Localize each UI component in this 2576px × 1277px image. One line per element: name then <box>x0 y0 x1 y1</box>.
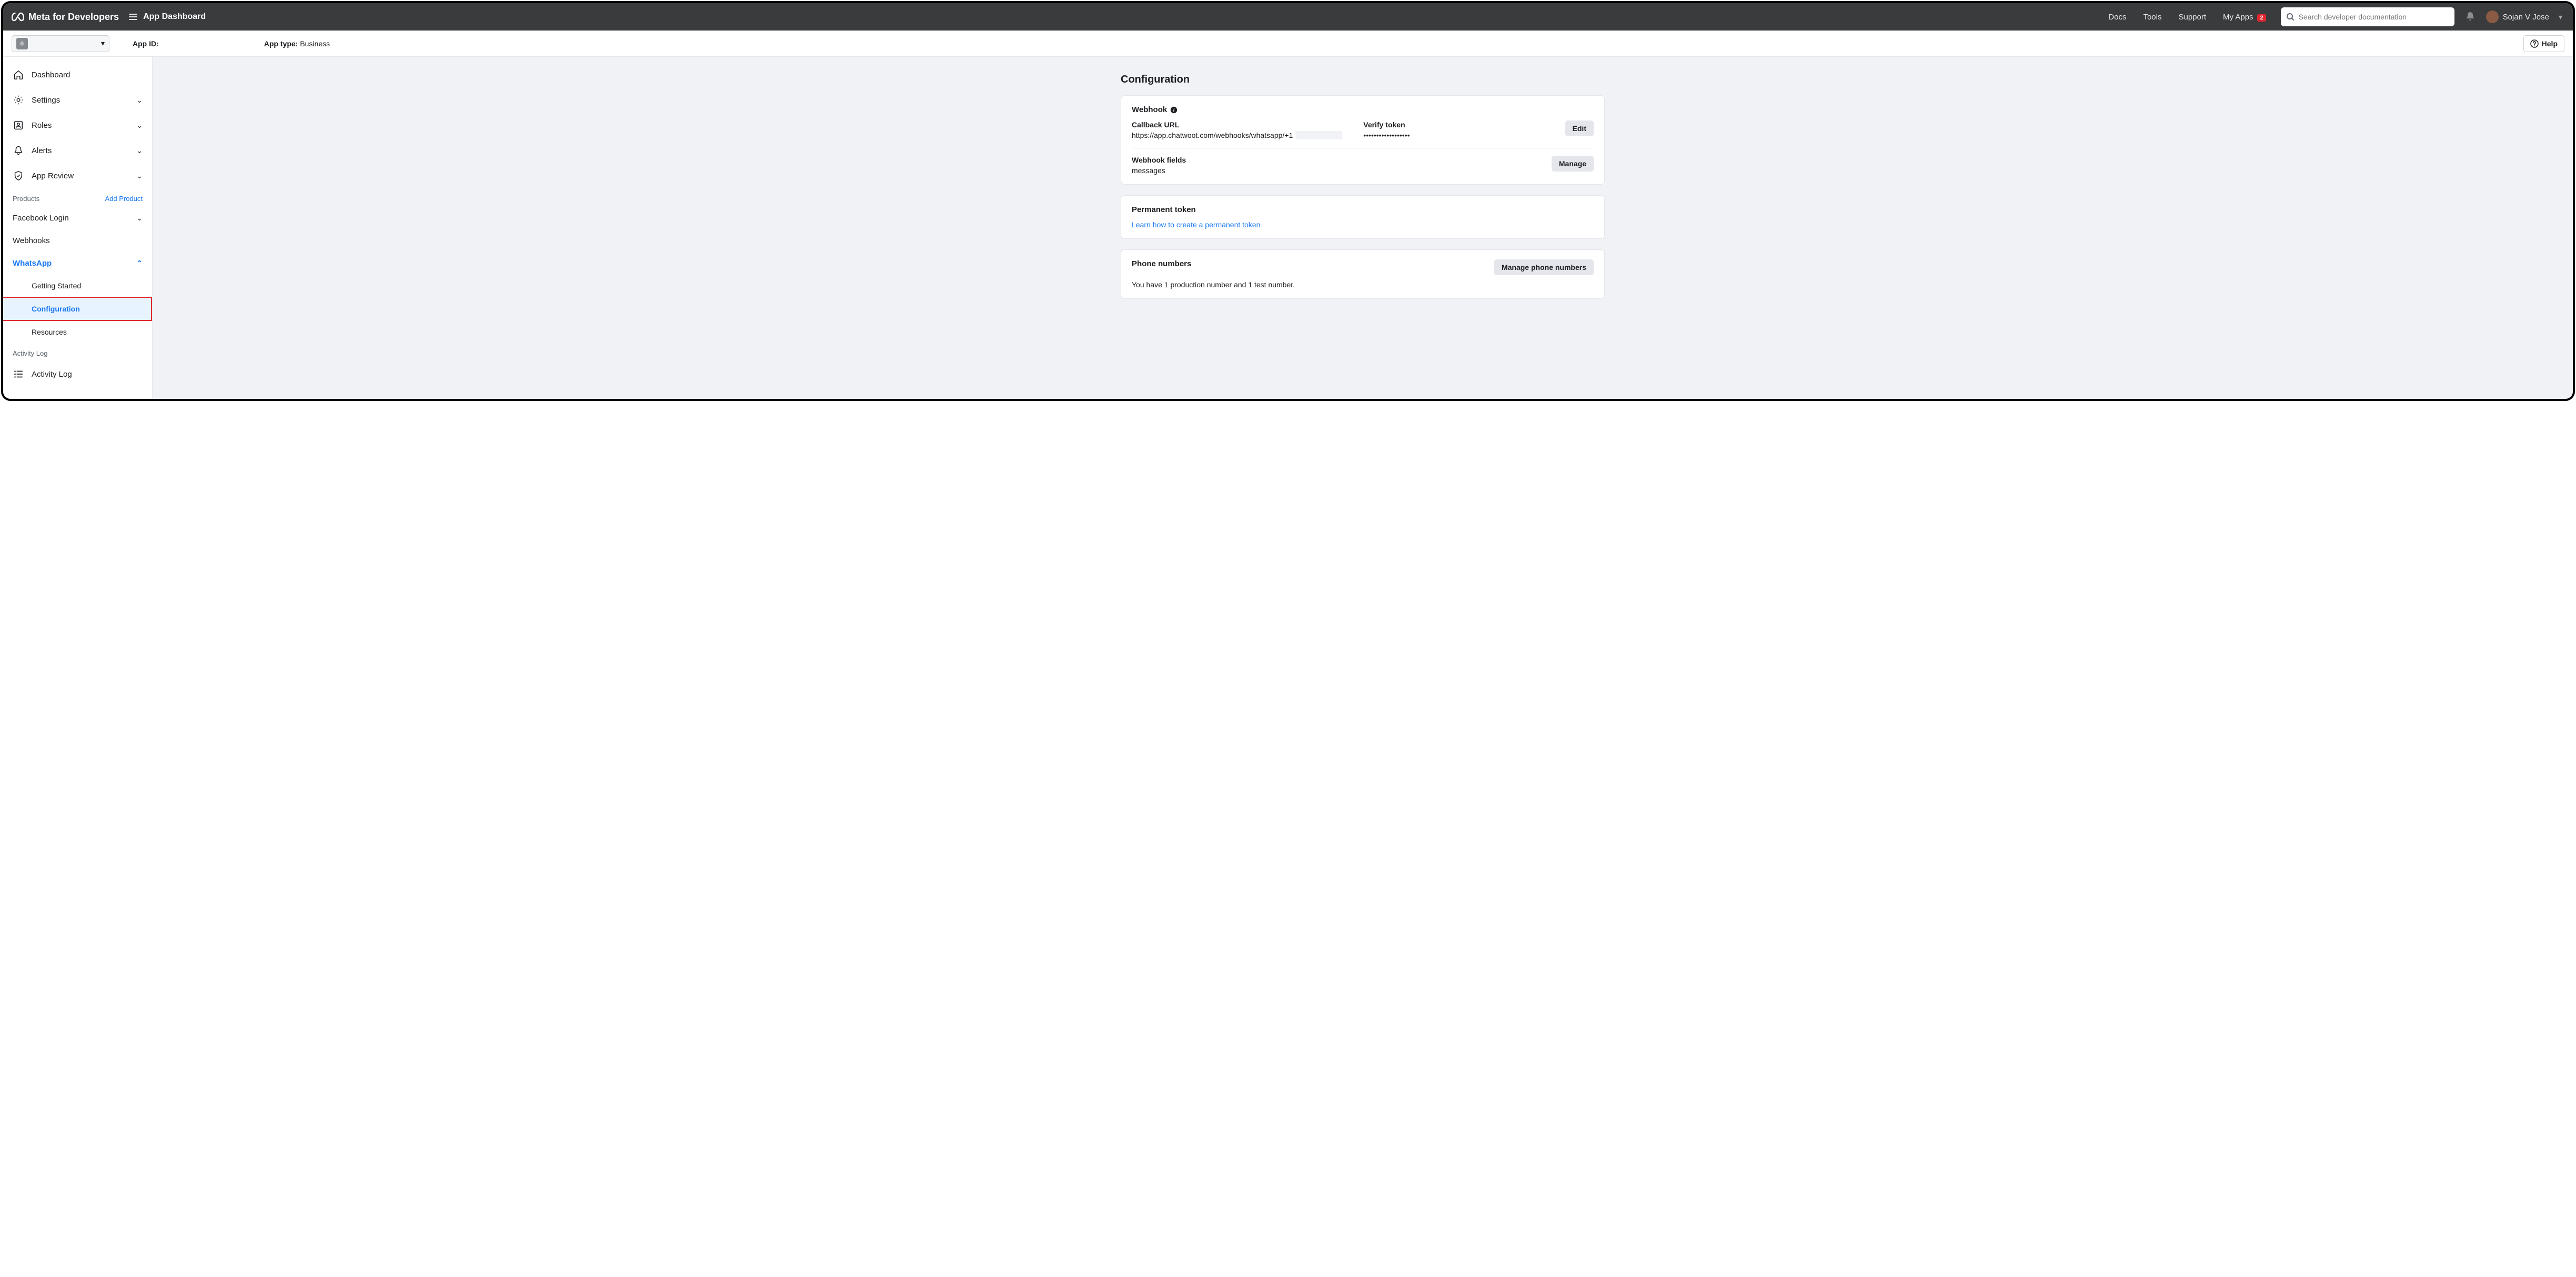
help-label: Help <box>2542 39 2558 48</box>
chevron-down-icon: ⌄ <box>136 146 143 155</box>
bell-icon <box>13 145 24 156</box>
verify-token-label: Verify token <box>1363 120 1544 129</box>
sidebar-item-label: Getting Started <box>32 281 81 290</box>
gear-icon <box>13 94 24 106</box>
sidebar-item-whatsapp[interactable]: WhatsApp ⌃ <box>3 252 152 275</box>
webhook-fields-label: Webhook fields <box>1132 156 1186 164</box>
sidebar-item-wa-configuration[interactable]: Configuration <box>2 297 152 321</box>
sidebar-item-settings[interactable]: Settings ⌄ <box>3 87 152 113</box>
sidebar-item-roles[interactable]: Roles ⌄ <box>3 113 152 138</box>
chevron-down-icon: ⌄ <box>136 214 143 223</box>
activity-log-label: Activity Log <box>13 349 47 357</box>
app-type-value: Business <box>300 39 330 48</box>
home-icon <box>13 69 24 81</box>
sidebar-item-alerts[interactable]: Alerts ⌄ <box>3 138 152 163</box>
hamburger-menu-icon[interactable] <box>128 12 138 22</box>
webhook-card: Webhook i Callback URL https://app.chatw… <box>1121 95 1605 185</box>
meta-logo-icon <box>12 11 24 23</box>
callback-url-label: Callback URL <box>1132 120 1342 129</box>
app-id-label: App ID: <box>133 39 159 48</box>
caret-down-icon: ▾ <box>101 39 105 48</box>
app-type-field: App type: Business <box>264 39 330 48</box>
caret-down-icon: ▾ <box>2559 13 2562 22</box>
nav-docs[interactable]: Docs <box>2108 13 2126 22</box>
search-box[interactable] <box>2281 7 2454 26</box>
chevron-down-icon: ⌄ <box>136 96 143 105</box>
permanent-token-title: Permanent token <box>1132 205 1594 214</box>
sidebar-item-dashboard[interactable]: Dashboard <box>3 62 152 87</box>
user-menu[interactable]: Sojan V Jose ▾ <box>2486 11 2562 23</box>
app-id-field: App ID: <box>133 39 159 48</box>
sidebar-item-label: Dashboard <box>32 71 70 79</box>
webhook-fields-value: messages <box>1132 166 1186 175</box>
sidebar-item-wa-getting-started[interactable]: Getting Started <box>3 275 152 297</box>
notifications-icon[interactable] <box>2465 11 2476 23</box>
page-title: App Dashboard <box>143 12 206 22</box>
sidebar-item-label: Webhooks <box>13 236 50 245</box>
nav-my-apps-label[interactable]: My Apps <box>2223 13 2253 22</box>
products-label: Products <box>13 195 39 203</box>
brand-text: Meta for Developers <box>28 12 119 23</box>
sidebar-item-app-review[interactable]: App Review ⌄ <box>3 163 152 188</box>
search-icon <box>2286 13 2295 21</box>
search-input[interactable] <box>2299 13 2449 21</box>
sidebar-item-wa-resources[interactable]: Resources <box>3 321 152 343</box>
nav-support[interactable]: Support <box>2178 13 2206 22</box>
avatar <box>2486 11 2499 23</box>
manage-button[interactable]: Manage <box>1552 156 1594 172</box>
brand-logo[interactable]: Meta for Developers <box>12 11 119 23</box>
nav-my-apps[interactable]: My Apps 2 <box>2223 13 2266 22</box>
my-apps-badge: 2 <box>2257 14 2266 22</box>
app-selector[interactable]: ⚛ ▾ <box>12 35 109 52</box>
callback-url-masked-suffix <box>1296 131 1342 139</box>
sidebar-item-label: Resources <box>32 328 67 336</box>
manage-phone-numbers-button[interactable]: Manage phone numbers <box>1494 259 1594 275</box>
help-button[interactable]: Help <box>2523 35 2564 52</box>
nav-tools[interactable]: Tools <box>2143 13 2161 22</box>
sidebar-item-label: Configuration <box>32 305 80 313</box>
content-title: Configuration <box>1121 74 1605 86</box>
shield-check-icon <box>13 170 24 182</box>
sidebar-item-facebook-login[interactable]: Facebook Login ⌄ <box>3 207 152 229</box>
sidebar-item-label: Alerts <box>32 146 52 155</box>
chevron-down-icon: ⌄ <box>136 172 143 180</box>
sidebar-item-label: Roles <box>32 121 52 130</box>
sidebar-item-label: Settings <box>32 96 60 105</box>
user-name: Sojan V Jose <box>2503 13 2549 22</box>
permanent-token-card: Permanent token Learn how to create a pe… <box>1121 195 1605 239</box>
webhook-title: Webhook <box>1132 105 1167 114</box>
help-icon <box>2530 39 2539 48</box>
phone-numbers-card: Phone numbers Manage phone numbers You h… <box>1121 249 1605 299</box>
info-icon[interactable]: i <box>1170 106 1178 114</box>
sidebar-item-label: Activity Log <box>32 370 72 379</box>
add-product-link[interactable]: Add Product <box>105 195 143 203</box>
app-icon: ⚛ <box>16 38 28 49</box>
permanent-token-link[interactable]: Learn how to create a permanent token <box>1132 220 1260 229</box>
sidebar-item-label: Facebook Login <box>13 214 69 223</box>
edit-button[interactable]: Edit <box>1565 120 1594 136</box>
phone-numbers-title: Phone numbers <box>1132 259 1191 268</box>
verify-token-value: •••••••••••••••••• <box>1363 131 1544 139</box>
chevron-down-icon: ⌄ <box>136 121 143 130</box>
sidebar-item-label: WhatsApp <box>13 259 52 268</box>
chevron-up-icon: ⌃ <box>136 259 143 268</box>
sidebar-item-label: App Review <box>32 172 74 180</box>
phone-numbers-text: You have 1 production number and 1 test … <box>1132 280 1594 289</box>
roles-icon <box>13 119 24 131</box>
callback-url-value: https://app.chatwoot.com/webhooks/whatsa… <box>1132 131 1293 139</box>
app-type-label: App type: <box>264 39 298 48</box>
list-icon <box>13 368 24 380</box>
sidebar-item-webhooks[interactable]: Webhooks <box>3 229 152 252</box>
sidebar-item-activity-log[interactable]: Activity Log <box>3 361 152 387</box>
